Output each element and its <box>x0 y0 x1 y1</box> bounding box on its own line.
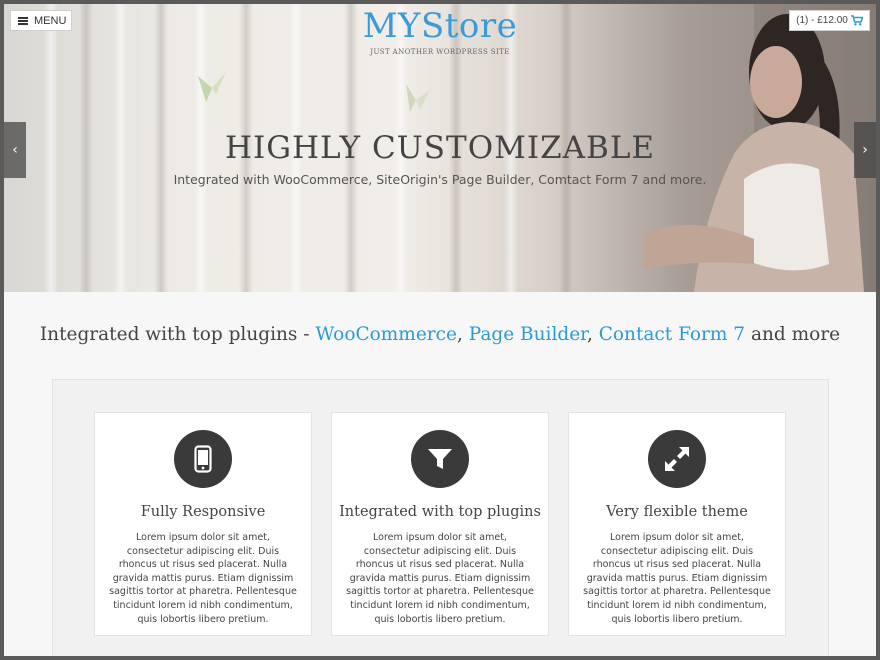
feature-description: Lorem ipsum dolor sit amet, consectetur … <box>109 532 297 625</box>
cart-button[interactable]: (1) - £12.00 <box>789 10 870 31</box>
cart-total: (1) - £12.00 <box>796 15 848 26</box>
feature-card: Very flexible theme Lorem ipsum dolor si… <box>568 412 786 636</box>
page: MYStore JUST ANOTHER WORDPRESS SITE MENU… <box>4 4 876 656</box>
menu-button[interactable]: MENU <box>10 10 72 31</box>
filter-icon <box>411 430 469 488</box>
section-heading-separator: , <box>456 324 469 345</box>
woocommerce-link[interactable]: WooCommerce <box>315 324 457 345</box>
hero-slider: MYStore JUST ANOTHER WORDPRESS SITE MENU… <box>4 4 876 292</box>
feature-description: Lorem ipsum dolor sit amet, consectetur … <box>583 532 771 625</box>
section-heading: Integrated with top plugins - WooCommerc… <box>4 324 876 345</box>
page-builder-link[interactable]: Page Builder <box>469 324 587 345</box>
hero-subtitle: Integrated with WooCommerce, SiteOrigin'… <box>173 172 707 187</box>
section-heading-prefix: Integrated with top plugins - <box>39 324 316 345</box>
hero-title: HIGHLY CUSTOMIZABLE <box>224 130 656 166</box>
mobile-phone-icon <box>174 430 232 488</box>
shopping-cart-icon <box>850 15 863 26</box>
paper-crane-image <box>198 72 226 102</box>
site-tagline: JUST ANOTHER WORDPRESS SITE <box>370 48 510 56</box>
menu-button-label: MENU <box>34 14 67 27</box>
feature-title: Very flexible theme <box>606 504 748 520</box>
contact-form-link[interactable]: Contact Form 7 <box>599 324 745 345</box>
section-heading-separator: , <box>586 324 599 345</box>
hamburger-icon <box>18 16 28 25</box>
site-logo[interactable]: MYStore <box>4 6 876 46</box>
feature-card: Fully Responsive Lorem ipsum dolor sit a… <box>94 412 312 636</box>
feature-title: Integrated with top plugins <box>339 504 541 520</box>
feature-description: Lorem ipsum dolor sit amet, consectetur … <box>346 532 534 625</box>
section-heading-suffix: and more <box>745 324 841 345</box>
expand-arrows-icon <box>648 430 706 488</box>
feature-card: Integrated with top plugins Lorem ipsum … <box>331 412 549 636</box>
feature-title: Fully Responsive <box>140 504 266 520</box>
paper-crane-image <box>406 84 430 112</box>
